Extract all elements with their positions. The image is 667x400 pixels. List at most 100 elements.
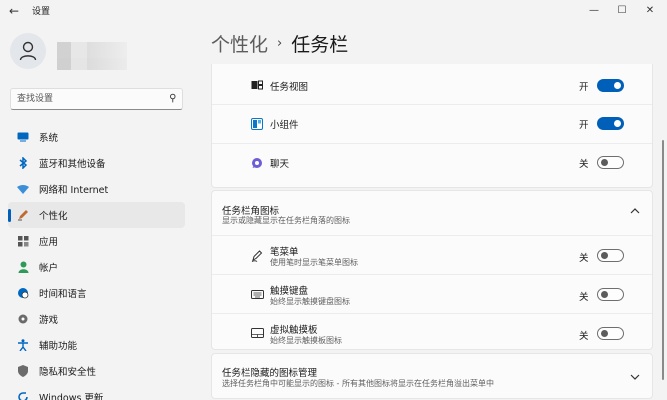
- sidebar-item-gaming[interactable]: 游戏: [8, 306, 185, 332]
- sidebar-nav: 系统 蓝牙和其他设备 网络和 Internet 个性化 应用 帐户 时间和语言 …: [8, 124, 185, 400]
- sidebar-item-label: 蓝牙和其他设备: [39, 159, 106, 170]
- sidebar-item-accessibility[interactable]: 辅助功能: [8, 332, 185, 358]
- toggle-state: 开: [579, 120, 589, 131]
- setting-title: 小组件: [270, 120, 299, 131]
- chevron-up-icon[interactable]: [630, 206, 640, 217]
- pen-menu-toggle[interactable]: [597, 249, 624, 262]
- chat-icon: [250, 156, 264, 170]
- section-header-corner-icons[interactable]: 任务栏角图标 显示或隐藏显示在任务栏角落的图标: [212, 191, 652, 235]
- search-icon[interactable]: ⚲: [169, 93, 176, 104]
- person-icon: [19, 41, 37, 61]
- toggle-knob: [614, 120, 621, 127]
- taskbar-items-card: 任务视图 开 小组件 开 聊天 关: [211, 64, 653, 188]
- sidebar-item-label: 网络和 Internet: [39, 185, 109, 196]
- toggle-state: 关: [579, 292, 589, 303]
- sidebar-item-label: 系统: [39, 133, 59, 144]
- sidebar-item-system[interactable]: 系统: [8, 124, 185, 150]
- search-box[interactable]: ⚲: [10, 88, 183, 110]
- avatar[interactable]: [10, 33, 46, 69]
- virtual-touchpad-toggle[interactable]: [597, 327, 624, 340]
- chevron-right-icon: ›: [277, 36, 283, 51]
- sidebar-item-network[interactable]: 网络和 Internet: [8, 176, 185, 202]
- chevron-down-icon[interactable]: [630, 372, 640, 383]
- task-view-icon: [250, 78, 264, 92]
- monitor-icon: [16, 130, 30, 144]
- accessibility-icon: [16, 338, 30, 352]
- sidebar-item-label: 个性化: [39, 211, 68, 222]
- toggle-state: 开: [579, 82, 589, 93]
- touch-keyboard-toggle[interactable]: [597, 288, 624, 301]
- setting-subtitle: 始终显示触摸板图标: [270, 336, 342, 345]
- task-view-toggle[interactable]: [597, 79, 624, 92]
- section-subtitle: 选择任务栏角中可能显示的图标 - 所有其他图标将显示在任务栏角溢出菜单中: [222, 379, 494, 388]
- back-arrow-icon[interactable]: ←: [6, 3, 22, 19]
- section-subtitle: 显示或隐藏显示在任务栏角落的图标: [222, 216, 350, 225]
- setting-row-task-view: 任务视图 开: [212, 65, 652, 105]
- widgets-icon: [250, 117, 264, 131]
- toggle-knob: [601, 252, 608, 259]
- setting-title: 聊天: [270, 159, 290, 170]
- keyboard-icon: [250, 287, 264, 301]
- wifi-icon: [16, 182, 30, 196]
- section-title: 任务栏隐藏的图标管理: [222, 368, 318, 379]
- sidebar-item-apps[interactable]: 应用: [8, 228, 185, 254]
- toggle-knob: [601, 291, 608, 298]
- toggle-knob: [601, 159, 608, 166]
- update-icon: [16, 390, 30, 400]
- touchpad-icon: [250, 326, 264, 340]
- sidebar-item-personalization[interactable]: 个性化: [8, 202, 185, 228]
- scrollbar[interactable]: [662, 140, 664, 380]
- search-input[interactable]: [17, 91, 162, 107]
- chat-toggle[interactable]: [597, 156, 624, 169]
- user-name-blurred: [57, 42, 127, 70]
- title-bar: ← 设置 — ☐ ✕: [0, 0, 667, 22]
- gamepad-icon: [16, 312, 30, 326]
- pen-menu-icon: [250, 248, 264, 262]
- sidebar-item-windows-update[interactable]: Windows 更新: [8, 384, 185, 400]
- setting-row-chat: 聊天 关: [212, 144, 652, 188]
- breadcrumb-parent[interactable]: 个性化: [211, 30, 268, 57]
- setting-title: 任务视图: [270, 82, 309, 93]
- settings-content: 任务视图 开 小组件 开 聊天 关 任务栏角图标 显示或隐藏显示在任务栏角落的图…: [211, 64, 653, 400]
- person-icon: [16, 260, 30, 274]
- shield-icon: [16, 364, 30, 378]
- setting-title: 虚拟触摸板: [270, 325, 318, 336]
- sidebar-item-label: 时间和语言: [39, 289, 87, 300]
- setting-row-virtual-touchpad: 虚拟触摸板 始终显示触摸板图标 关: [212, 314, 652, 350]
- toggle-knob: [614, 82, 621, 89]
- sidebar-item-label: 辅助功能: [39, 341, 78, 352]
- sidebar-item-privacy[interactable]: 隐私和安全性: [8, 358, 185, 384]
- setting-subtitle: 始终显示触摸键盘图标: [270, 297, 350, 306]
- pen-icon: [16, 208, 30, 222]
- taskbar-corner-icons-card: 任务栏角图标 显示或隐藏显示在任务栏角落的图标 笔菜单 使用笔时显示笔菜单图标 …: [211, 190, 653, 350]
- maximize-button[interactable]: ☐: [608, 0, 636, 22]
- toggle-knob: [601, 330, 608, 337]
- globe-clock-icon: [16, 286, 30, 300]
- sidebar-item-label: 应用: [39, 237, 59, 248]
- toggle-state: 关: [579, 159, 589, 170]
- setting-title: 笔菜单: [270, 247, 299, 258]
- toggle-state: 关: [579, 331, 589, 342]
- apps-icon: [16, 234, 30, 248]
- sidebar-item-accounts[interactable]: 帐户: [8, 254, 185, 280]
- setting-row-pen-menu: 笔菜单 使用笔时显示笔菜单图标 关: [212, 236, 652, 274]
- setting-title: 触摸键盘: [270, 286, 309, 297]
- setting-subtitle: 使用笔时显示笔菜单图标: [270, 258, 358, 267]
- setting-row-widgets: 小组件 开: [212, 105, 652, 143]
- sidebar-item-label: 游戏: [39, 315, 59, 326]
- breadcrumb: 个性化 › 任务栏: [211, 30, 348, 57]
- page-title: 任务栏: [291, 34, 349, 56]
- close-button[interactable]: ✕: [636, 0, 664, 22]
- sidebar-item-time-language[interactable]: 时间和语言: [8, 280, 185, 306]
- minimize-button[interactable]: —: [580, 0, 608, 22]
- sidebar-item-label: 帐户: [39, 263, 59, 274]
- sidebar-item-label: Windows 更新: [39, 393, 104, 400]
- window-title: 设置: [32, 7, 51, 17]
- widgets-toggle[interactable]: [597, 117, 624, 130]
- hidden-icons-card[interactable]: 任务栏隐藏的图标管理 选择任务栏角中可能显示的图标 - 所有其他图标将显示在任务…: [211, 353, 653, 399]
- setting-row-touch-keyboard: 触摸键盘 始终显示触摸键盘图标 关: [212, 275, 652, 313]
- sidebar-item-label: 隐私和安全性: [39, 367, 97, 378]
- sidebar-item-bluetooth[interactable]: 蓝牙和其他设备: [8, 150, 185, 176]
- toggle-state: 关: [579, 253, 589, 264]
- bluetooth-icon: [16, 156, 30, 170]
